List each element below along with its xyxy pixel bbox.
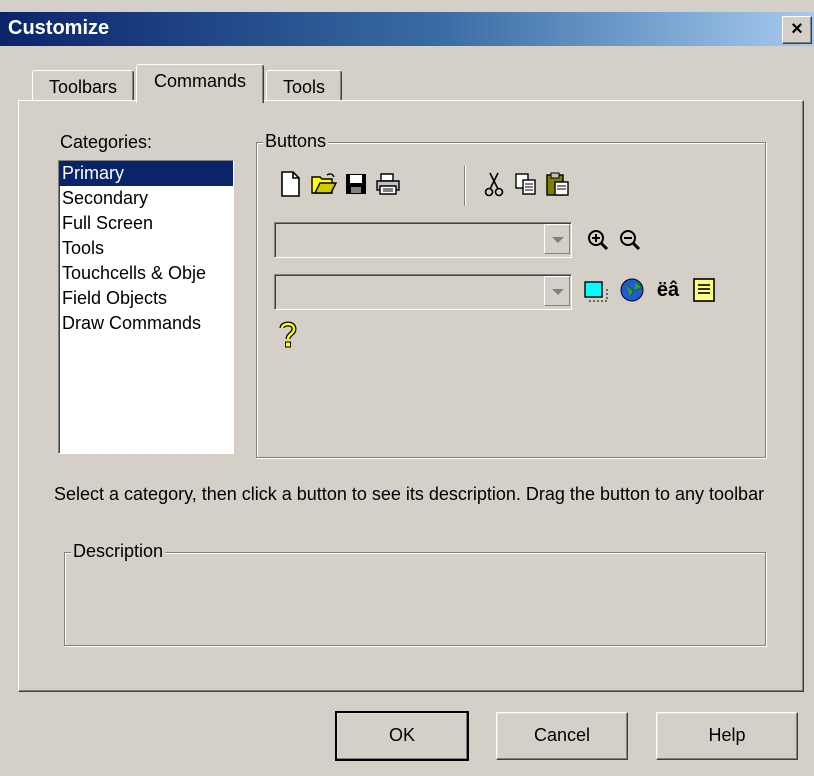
tab-toolbars[interactable]: Toolbars — [32, 70, 134, 103]
copy-icon[interactable] — [512, 170, 540, 198]
toolbar-separator — [464, 166, 466, 206]
language-text-icon[interactable]: ëâ — [650, 276, 686, 304]
list-item-full-screen[interactable]: Full Screen — [59, 211, 233, 236]
title-bar: Customize × — [0, 12, 814, 46]
zoom-in-icon[interactable] — [584, 226, 612, 254]
tab-commands[interactable]: Commands — [136, 64, 264, 103]
window-title: Customize — [8, 17, 110, 39]
screen-rect-icon[interactable] — [582, 278, 610, 306]
zoom-combo[interactable] — [274, 222, 572, 258]
new-file-icon[interactable] — [276, 170, 304, 198]
print-icon[interactable] — [374, 170, 402, 198]
hint-text: Select a category, then click a button t… — [54, 484, 765, 504]
help-question-icon[interactable] — [274, 320, 302, 348]
list-item-secondary[interactable]: Secondary — [59, 186, 233, 211]
chevron-down-icon[interactable] — [544, 276, 570, 306]
ok-button[interactable]: OK — [335, 711, 469, 761]
close-icon: × — [791, 18, 803, 40]
buttons-label: Buttons — [263, 131, 329, 152]
list-item-tools[interactable]: Tools — [59, 236, 233, 261]
categories-label: Categories: — [60, 132, 153, 152]
paste-icon[interactable] — [544, 170, 572, 198]
text-box-icon[interactable] — [690, 276, 718, 304]
font-combo[interactable] — [274, 274, 572, 310]
list-item-draw-commands[interactable]: Draw Commands — [59, 311, 233, 336]
tab-joint — [138, 100, 260, 103]
chevron-down-icon[interactable] — [544, 224, 570, 254]
categories-listbox[interactable]: Primary Secondary Full Screen Tools Touc… — [58, 160, 234, 454]
help-button[interactable]: Help — [656, 712, 798, 760]
globe-icon[interactable] — [618, 276, 646, 304]
zoom-out-icon[interactable] — [616, 226, 644, 254]
cut-icon[interactable] — [480, 170, 508, 198]
tab-tools[interactable]: Tools — [266, 70, 342, 103]
close-button[interactable]: × — [782, 16, 812, 44]
list-item-field-objects[interactable]: Field Objects — [59, 286, 233, 311]
save-disk-icon[interactable] — [342, 170, 370, 198]
open-folder-icon[interactable] — [310, 170, 338, 198]
cancel-button[interactable]: Cancel — [496, 712, 628, 760]
description-label: Description — [71, 541, 166, 562]
list-item-touchcells[interactable]: Touchcells & Obje — [59, 261, 233, 286]
list-item-primary[interactable]: Primary — [59, 161, 233, 186]
description-groupbox: Description — [64, 541, 766, 646]
